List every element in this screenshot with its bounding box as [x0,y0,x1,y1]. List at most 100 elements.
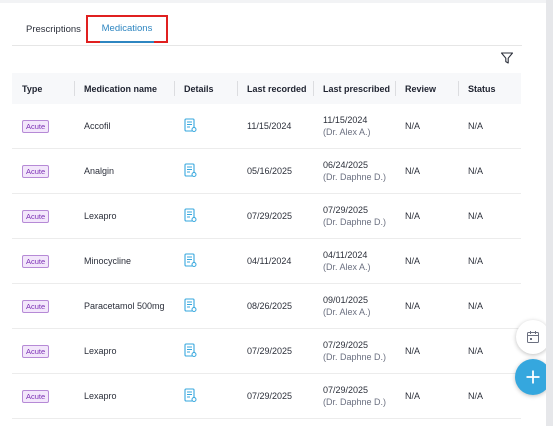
status-value: N/A [458,373,521,419]
calendar-icon [527,331,539,343]
medication-name: Minocycline [74,238,174,284]
medication-name: Lexapro [74,328,174,374]
details-cell [174,193,237,239]
document-details-icon[interactable] [184,207,197,223]
column-header-details[interactable]: Details [174,73,237,104]
type-badge: Acute [22,164,50,178]
prescribed-by: (Dr. Daphne D.) [323,217,387,227]
last-prescribed: 09/01/2025 (Dr. Alex A.) [313,283,395,329]
column-header-review[interactable]: Review [395,73,458,104]
table-row[interactable]: Acute Lexapro 07/29/2025 07/29/2025 (Dr. Dap… [12,373,521,419]
column-header-medication-name[interactable]: Medication name [74,73,174,104]
column-header-last-prescribed[interactable]: Last prescribed [313,73,395,104]
table-row[interactable]: Acute Lexapro 07/29/2025 07/29/2025 (Dr. Dap… [12,193,521,239]
table-row[interactable]: Acute Lexapro 07/29/2025 07/29/2025 (Dr. Dap… [12,328,521,374]
column-header-type[interactable]: Type [12,73,74,104]
type-badge: Acute [22,344,50,358]
table-body: Acute Accofil 11/15/2024 11/15/2024 (Dr. Ale… [12,104,521,419]
medication-name: Analgin [74,148,174,194]
table-row[interactable]: Acute Paracetamol 500mg 08/26/2025 09/01/20… [12,283,521,329]
review-value: N/A [395,104,458,149]
type-badge: Acute [22,254,50,268]
prescribed-date: 11/15/2024 [323,115,368,125]
column-header-status[interactable]: Status [458,73,521,104]
column-header-label: Review [405,83,437,94]
last-recorded: 05/16/2025 [237,148,313,194]
type-badge: Acute [22,389,50,403]
table-header-row: Type Medication name Details Last record… [12,73,521,104]
document-details-icon[interactable] [184,252,197,268]
medication-name: Accofil [74,104,174,149]
prescribed-date: 07/29/2025 [323,340,369,350]
last-prescribed: 07/29/2025 (Dr. Daphne D.) [313,328,395,374]
prescribed-date: 07/29/2025 [323,385,369,395]
column-header-last-recorded[interactable]: Last recorded [237,73,313,104]
document-details-icon[interactable] [184,342,197,358]
prescribed-date: 09/01/2025 [323,295,369,305]
column-divider [74,81,75,96]
tab-prescriptions[interactable]: Prescriptions [26,17,81,43]
prescribed-by: (Dr. Daphne D.) [323,352,387,362]
last-prescribed: 04/11/2024 (Dr. Alex A.) [313,238,395,284]
status-value: N/A [458,328,521,374]
type-cell: Acute [12,148,74,194]
plus-icon [526,370,540,384]
medications-table: Type Medication name Details Last record… [12,73,521,419]
status-value: N/A [458,148,521,194]
last-recorded: 07/29/2025 [237,193,313,239]
column-divider [458,81,459,96]
review-value: N/A [395,283,458,329]
tab-medications[interactable]: Medications [86,15,168,43]
status-value: N/A [458,104,521,149]
calendar-button[interactable] [516,320,550,354]
type-cell: Acute [12,373,74,419]
table-row[interactable]: Acute Accofil 11/15/2024 11/15/2024 (Dr. Ale… [12,104,521,149]
prescribed-date: 07/29/2025 [323,205,369,215]
column-header-label: Medication name [84,83,158,94]
details-cell [174,238,237,284]
column-divider [395,81,396,96]
last-recorded: 07/29/2025 [237,328,313,374]
medication-name: Lexapro [74,193,174,239]
type-cell: Acute [12,193,74,239]
last-recorded: 08/26/2025 [237,283,313,329]
filter-icon[interactable] [500,51,514,65]
document-details-icon[interactable] [184,297,197,313]
table-row[interactable]: Acute Minocycline 04/11/2024 04/11/2024 (Dr.… [12,238,521,284]
details-cell [174,328,237,374]
type-cell: Acute [12,328,74,374]
last-prescribed: 07/29/2025 (Dr. Daphne D.) [313,193,395,239]
column-divider [313,81,314,96]
column-header-label: Details [184,83,214,94]
details-cell [174,373,237,419]
type-badge: Acute [22,119,50,133]
last-prescribed: 06/24/2025 (Dr. Daphne D.) [313,148,395,194]
review-value: N/A [395,328,458,374]
document-details-icon[interactable] [184,162,197,178]
status-value: N/A [458,193,521,239]
document-details-icon[interactable] [184,387,197,403]
last-recorded: 11/15/2024 [237,104,313,149]
type-cell: Acute [12,283,74,329]
status-value: N/A [458,283,521,329]
scrollbar[interactable] [546,0,553,426]
prescribed-date: 04/11/2024 [323,250,368,260]
details-cell [174,104,237,149]
type-badge: Acute [22,299,50,313]
prescribed-by: (Dr. Alex A.) [323,127,371,137]
medication-name: Lexapro [74,373,174,419]
document-details-icon[interactable] [184,117,197,133]
last-prescribed: 11/15/2024 (Dr. Alex A.) [313,104,395,149]
table-row[interactable]: Acute Analgin 05/16/2025 06/24/2025 (Dr. Dap… [12,148,521,194]
prescribed-by: (Dr. Alex A.) [323,262,371,272]
type-cell: Acute [12,238,74,284]
status-value: N/A [458,238,521,284]
column-divider [174,81,175,96]
prescribed-by: (Dr. Alex A.) [323,307,371,317]
medication-name: Paracetamol 500mg [74,283,174,329]
prescribed-by: (Dr. Daphne D.) [323,397,387,407]
type-cell: Acute [12,104,74,149]
column-header-label: Status [468,83,496,94]
tab-bar: Prescriptions Medications [12,11,522,46]
last-recorded: 04/11/2024 [237,238,313,284]
